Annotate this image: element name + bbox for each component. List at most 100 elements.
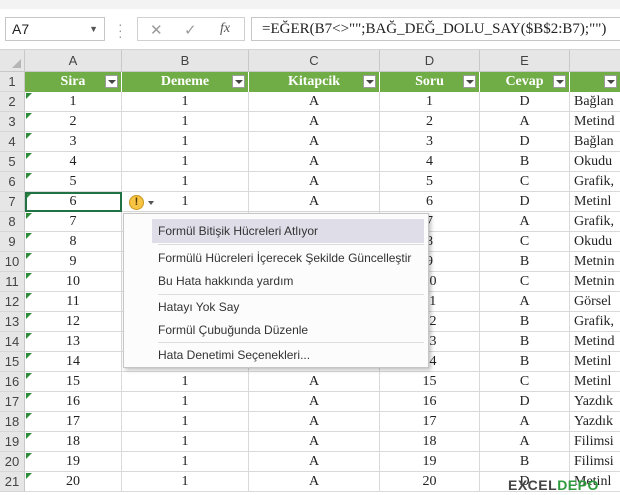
cell-a15[interactable]: 14	[25, 352, 122, 372]
row-header[interactable]: 3	[0, 112, 25, 132]
row-header[interactable]: 8	[0, 212, 25, 232]
cell-b6[interactable]: 1	[122, 172, 249, 192]
cell-c5[interactable]: A	[249, 152, 380, 172]
cell-e19[interactable]: A	[480, 432, 570, 452]
table-header-f[interactable]	[570, 72, 620, 92]
cell-e3[interactable]: A	[480, 112, 570, 132]
row-header[interactable]: 10	[0, 252, 25, 272]
column-header-f[interactable]	[570, 50, 620, 72]
row-header[interactable]: 15	[0, 352, 25, 372]
cell-d19[interactable]: 18	[380, 432, 480, 452]
filter-dropdown-icon[interactable]	[232, 75, 245, 88]
cell-f8[interactable]: Grafik,	[570, 212, 620, 232]
table-header-sira[interactable]: Sira	[25, 72, 122, 92]
table-header-kitapcik[interactable]: Kitapcik	[249, 72, 380, 92]
cell-a21[interactable]: 20	[25, 472, 122, 492]
column-header-b[interactable]: B	[122, 50, 249, 72]
cell-e2[interactable]: D	[480, 92, 570, 112]
cell-b19[interactable]: 1	[122, 432, 249, 452]
cell-f9[interactable]: Okudu	[570, 232, 620, 252]
filter-dropdown-icon[interactable]	[463, 75, 476, 88]
row-header[interactable]: 14	[0, 332, 25, 352]
cell-f17[interactable]: Yazdık	[570, 392, 620, 412]
row-header[interactable]: 13	[0, 312, 25, 332]
cell-e14[interactable]: B	[480, 332, 570, 352]
menu-item-edit-in-formula-bar[interactable]: Formül Çubuğunda Düzenle	[152, 318, 424, 342]
cell-c2[interactable]: A	[249, 92, 380, 112]
cell-a20[interactable]: 19	[25, 452, 122, 472]
cell-a14[interactable]: 13	[25, 332, 122, 352]
cell-b16[interactable]: 1	[122, 372, 249, 392]
cell-d17[interactable]: 16	[380, 392, 480, 412]
row-header[interactable]: 18	[0, 412, 25, 432]
cell-c18[interactable]: A	[249, 412, 380, 432]
cell-d21[interactable]: 20	[380, 472, 480, 492]
row-header[interactable]: 20	[0, 452, 25, 472]
cell-a3[interactable]: 2	[25, 112, 122, 132]
menu-item-update-formula[interactable]: Formülü Hücreleri İçerecek Şekilde Günce…	[152, 246, 424, 270]
cell-f4[interactable]: Bağlan	[570, 132, 620, 152]
cell-a17[interactable]: 16	[25, 392, 122, 412]
cell-b2[interactable]: 1	[122, 92, 249, 112]
cell-d3[interactable]: 2	[380, 112, 480, 132]
cell-a11[interactable]: 10	[25, 272, 122, 292]
cell-c7[interactable]: A	[249, 192, 380, 212]
cell-f16[interactable]: Metinl	[570, 372, 620, 392]
filter-dropdown-icon[interactable]	[553, 75, 566, 88]
row-header[interactable]: 16	[0, 372, 25, 392]
chevron-down-icon[interactable]: ▼	[89, 18, 98, 40]
cell-a8[interactable]: 7	[25, 212, 122, 232]
cell-e12[interactable]: A	[480, 292, 570, 312]
cell-d20[interactable]: 19	[380, 452, 480, 472]
cell-c4[interactable]: A	[249, 132, 380, 152]
cell-b18[interactable]: 1	[122, 412, 249, 432]
cell-d16[interactable]: 15	[380, 372, 480, 392]
cell-f19[interactable]: Filimsi	[570, 432, 620, 452]
row-header[interactable]: 2	[0, 92, 25, 112]
insert-function-icon[interactable]: fx	[220, 21, 230, 37]
cancel-icon[interactable]: ✕	[150, 21, 163, 39]
cell-f20[interactable]: Filimsi	[570, 452, 620, 472]
formula-input[interactable]: =EĞER(B7<>"";BAĞ_DEĞ_DOLU_SAY($B$2:B7);"…	[251, 17, 620, 41]
filter-dropdown-icon[interactable]	[105, 75, 118, 88]
cell-f6[interactable]: Grafik,	[570, 172, 620, 192]
cell-e16[interactable]: C	[480, 372, 570, 392]
cell-f10[interactable]: Metnin	[570, 252, 620, 272]
select-all-button[interactable]	[0, 50, 25, 72]
cell-e10[interactable]: B	[480, 252, 570, 272]
cell-e9[interactable]: C	[480, 232, 570, 252]
cell-a4[interactable]: 3	[25, 132, 122, 152]
cell-e15[interactable]: B	[480, 352, 570, 372]
cell-f7[interactable]: Metinl	[570, 192, 620, 212]
cell-c6[interactable]: A	[249, 172, 380, 192]
cell-a5[interactable]: 4	[25, 152, 122, 172]
row-header[interactable]: 11	[0, 272, 25, 292]
cell-a18[interactable]: 17	[25, 412, 122, 432]
cell-b3[interactable]: 1	[122, 112, 249, 132]
cell-c3[interactable]: A	[249, 112, 380, 132]
column-header-d[interactable]: D	[380, 50, 480, 72]
row-header[interactable]: 6	[0, 172, 25, 192]
cell-e4[interactable]: D	[480, 132, 570, 152]
row-header[interactable]: 5	[0, 152, 25, 172]
cell-f15[interactable]: Metinl	[570, 352, 620, 372]
cell-c16[interactable]: A	[249, 372, 380, 392]
filter-dropdown-icon[interactable]	[604, 75, 617, 88]
cell-e18[interactable]: A	[480, 412, 570, 432]
cell-a13[interactable]: 12	[25, 312, 122, 332]
row-header[interactable]: 19	[0, 432, 25, 452]
cell-c17[interactable]: A	[249, 392, 380, 412]
cell-e7[interactable]: D	[480, 192, 570, 212]
table-header-cevap[interactable]: Cevap	[480, 72, 570, 92]
cell-d7[interactable]: 6	[380, 192, 480, 212]
column-header-c[interactable]: C	[249, 50, 380, 72]
filter-dropdown-icon[interactable]	[363, 75, 376, 88]
row-header[interactable]: 7	[0, 192, 25, 212]
cell-f11[interactable]: Metnin	[570, 272, 620, 292]
row-header[interactable]: 17	[0, 392, 25, 412]
cell-e6[interactable]: C	[480, 172, 570, 192]
cell-d18[interactable]: 17	[380, 412, 480, 432]
row-header[interactable]: 1	[0, 72, 25, 92]
cell-a9[interactable]: 8	[25, 232, 122, 252]
row-header[interactable]: 4	[0, 132, 25, 152]
